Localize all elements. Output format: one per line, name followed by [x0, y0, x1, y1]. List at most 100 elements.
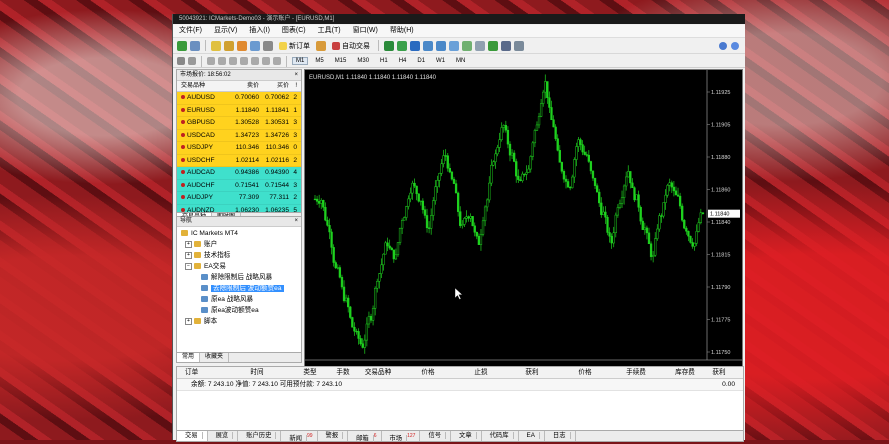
terminal-column-header[interactable]: 订单: [177, 367, 223, 378]
periods-icon[interactable]: [501, 40, 511, 51]
candlesticks-icon[interactable]: [397, 40, 407, 51]
market-watch-row[interactable]: AUDCHF 0.71541 0.71544 3: [177, 179, 301, 192]
profiles-icon[interactable]: [190, 40, 200, 51]
tab-favorites[interactable]: 收藏夹: [200, 353, 230, 362]
crosshair-icon[interactable]: [188, 57, 196, 65]
timeframe-h4[interactable]: H4: [395, 57, 411, 65]
market-watch-row[interactable]: GBPUSD 1.30528 1.30531 3: [177, 117, 301, 130]
tile-windows-icon[interactable]: [449, 40, 459, 51]
timeframe-m30[interactable]: M30: [353, 57, 373, 65]
navigator-item-accounts[interactable]: + 账户: [185, 240, 217, 250]
zoom-in-icon[interactable]: [423, 40, 433, 51]
menu-file[interactable]: 文件(F): [173, 25, 208, 37]
text-tool-icon[interactable]: [262, 57, 270, 65]
timeframe-mn[interactable]: MN: [452, 57, 469, 65]
zoom-out-icon[interactable]: [436, 40, 446, 51]
terminal-column-header[interactable]: 价格: [559, 367, 611, 378]
navigator-item-experts[interactable]: − EA交易: [185, 262, 226, 272]
column-spread[interactable]: !: [289, 81, 299, 91]
terminal-icon[interactable]: [250, 40, 260, 51]
navigator-item-indicators[interactable]: + 技术指标: [185, 251, 230, 261]
terminal-column-header[interactable]: 交易品种: [357, 367, 399, 378]
arrows-icon[interactable]: [273, 57, 281, 65]
templates-icon[interactable]: [514, 40, 524, 51]
help-icon[interactable]: [731, 41, 739, 50]
menu-help[interactable]: 帮助(H): [384, 25, 420, 37]
navigator-item-scripts[interactable]: + 脚本: [185, 317, 217, 327]
candle-body: [566, 181, 570, 188]
tab-common[interactable]: 常用: [177, 353, 201, 362]
expert-item[interactable]: 解除限制后 战略风暴: [201, 273, 272, 283]
terminal-column-header[interactable]: 库存费: [661, 367, 709, 378]
bar-chart-icon[interactable]: [384, 40, 394, 51]
candle: [510, 149, 514, 160]
expand-icon[interactable]: +: [185, 251, 192, 259]
expert-item[interactable]: 原ea波动额赞ea: [201, 306, 259, 316]
vertical-line-icon[interactable]: [207, 57, 215, 65]
navigator-icon[interactable]: [237, 40, 247, 51]
market-watch-row[interactable]: AUDCAD 0.94386 0.94390 4: [177, 167, 301, 180]
expand-icon[interactable]: +: [185, 240, 192, 248]
menu-insert[interactable]: 插入(I): [243, 25, 276, 37]
market-watch-row[interactable]: USDCAD 1.34723 1.34726 3: [177, 129, 301, 142]
column-ask[interactable]: 买价: [259, 81, 289, 91]
candle-body: [359, 338, 362, 344]
terminal-column-header[interactable]: 价格: [399, 367, 457, 378]
menu-window[interactable]: 窗口(W): [347, 25, 384, 37]
terminal-column-header[interactable]: 手数: [329, 367, 357, 378]
market-watch-row[interactable]: AUDJPY 77.309 77.311 2: [177, 192, 301, 205]
market-watch-row[interactable]: USDCHF 1.02114 1.02116 2: [177, 154, 301, 167]
indicators-icon[interactable]: [488, 40, 498, 51]
close-icon[interactable]: ×: [294, 217, 298, 226]
expert-item[interactable]: 原ea 战略风暴: [201, 295, 253, 305]
search-icon[interactable]: [719, 41, 727, 50]
terminal-column-header[interactable]: 获利: [505, 367, 559, 378]
autoscroll-icon[interactable]: [462, 40, 472, 51]
market-watch-row[interactable]: AUDUSD 0.70060 0.70062 2: [177, 92, 301, 105]
terminal-column-header[interactable]: 手续费: [611, 367, 661, 378]
line-chart-icon[interactable]: [410, 40, 420, 51]
auto-trading-button[interactable]: 自动交易: [329, 40, 373, 52]
new-order-button[interactable]: 新订单: [276, 40, 313, 52]
candle-body: [317, 201, 321, 204]
close-icon[interactable]: ×: [294, 70, 298, 80]
menu-view[interactable]: 显示(V): [208, 25, 243, 37]
terminal-column-header[interactable]: 获利: [709, 367, 729, 378]
candle-body: [658, 215, 661, 230]
candle: [598, 188, 601, 207]
expand-icon[interactable]: +: [185, 317, 192, 325]
cursor-icon[interactable]: [177, 57, 185, 65]
candle: [313, 194, 317, 201]
menu-charts[interactable]: 图表(C): [276, 25, 312, 37]
meta-editor-icon[interactable]: [316, 40, 326, 51]
terminal-column-header[interactable]: 类型: [291, 367, 329, 378]
terminal-column-header[interactable]: 止损: [457, 367, 505, 378]
timeframe-m1[interactable]: M1: [292, 57, 309, 65]
price-chart[interactable]: EURUSD,M1 1.11840 1.11840 1.11840 1.1184…: [304, 69, 743, 379]
market-watch-row[interactable]: USDJPY 110.346 110.346 0: [177, 142, 301, 155]
market-watch-icon[interactable]: [211, 40, 221, 51]
timeframe-w1[interactable]: W1: [432, 57, 449, 65]
timeframe-m5[interactable]: M5: [311, 57, 327, 65]
timeframe-d1[interactable]: D1: [413, 57, 429, 65]
data-window-icon[interactable]: [224, 40, 234, 51]
channel-icon[interactable]: [240, 57, 248, 65]
expert-item-selected[interactable]: 去除限制后 波动额赞ea: [201, 284, 284, 294]
terminal-column-header[interactable]: 时间: [223, 367, 291, 378]
navigator-root[interactable]: IC Markets MT4: [181, 229, 238, 239]
timeframe-h1[interactable]: H1: [376, 57, 392, 65]
menu-tools[interactable]: 工具(T): [312, 25, 347, 37]
trendline-icon[interactable]: [229, 57, 237, 65]
column-symbol[interactable]: 交易品种: [177, 81, 229, 91]
market-watch-row[interactable]: EURUSD 1.11840 1.11841 1: [177, 104, 301, 117]
candle-body: [664, 194, 667, 203]
column-bid[interactable]: 卖价: [229, 81, 259, 91]
timeframe-m15[interactable]: M15: [331, 57, 351, 65]
horizontal-line-icon[interactable]: [218, 57, 226, 65]
collapse-icon[interactable]: −: [185, 262, 192, 270]
tester-icon[interactable]: [263, 40, 273, 51]
new-chart-icon[interactable]: [177, 40, 187, 51]
fibonacci-icon[interactable]: [251, 57, 259, 65]
candlestick-chart-svg[interactable]: EURUSD,M1 1.11840 1.11840 1.11840 1.1184…: [305, 70, 742, 378]
chart-shift-icon[interactable]: [475, 40, 485, 51]
